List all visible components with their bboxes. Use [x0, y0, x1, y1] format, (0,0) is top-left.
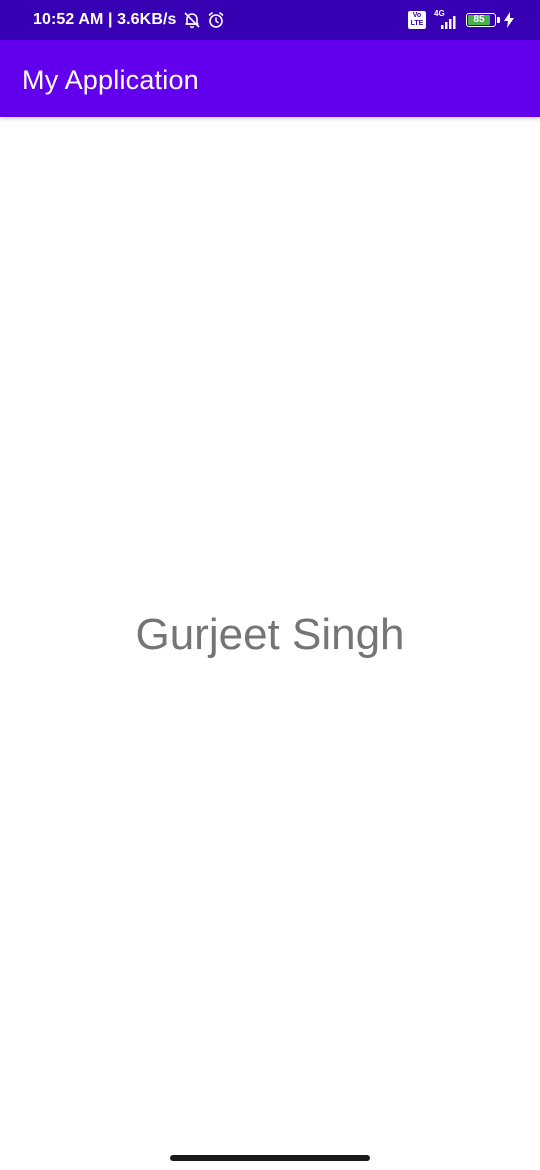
volte-top-label: Vo	[412, 12, 422, 19]
status-left: 10:52 AM | 3.6KB/s	[33, 0, 225, 40]
app-title: My Application	[22, 65, 199, 95]
mute-bell-icon	[183, 11, 201, 29]
battery-icon: 85	[466, 13, 500, 27]
volte-bottom-label: LTE	[410, 20, 424, 27]
alarm-clock-icon	[207, 11, 225, 29]
signal-bars-icon	[441, 16, 456, 29]
app-bar: My Application	[0, 40, 540, 117]
charging-bolt-icon	[504, 12, 514, 28]
battery-cap	[497, 17, 500, 23]
status-bar: 10:52 AM | 3.6KB/s Vo LTE 4G 85	[0, 0, 540, 40]
network-indicator: 4G	[432, 9, 460, 31]
home-indicator[interactable]	[170, 1155, 370, 1161]
battery-level: 85	[468, 15, 491, 25]
volte-icon: Vo LTE	[408, 11, 426, 29]
time-and-speed: 10:52 AM | 3.6KB/s	[33, 11, 177, 28]
main-content: Gurjeet Singh	[0, 117, 540, 1152]
name-text: Gurjeet Singh	[135, 610, 405, 659]
status-right: Vo LTE 4G 85	[408, 0, 514, 40]
